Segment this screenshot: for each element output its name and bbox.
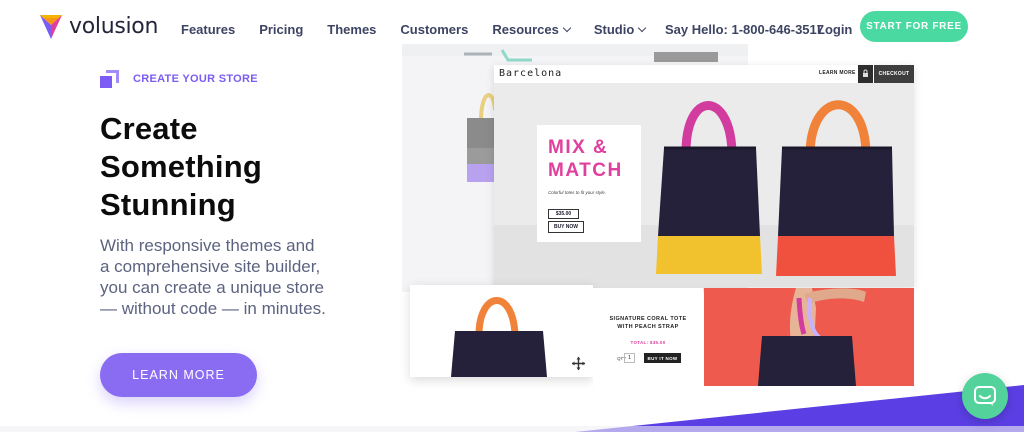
phone-link[interactable]: Say Hello: 1-800-646-3517 xyxy=(665,22,824,37)
promo-subtitle: Colorful totes to fit your style. xyxy=(548,190,607,195)
partial-tote-image xyxy=(467,93,495,182)
menu-studio[interactable]: Studio xyxy=(593,22,647,37)
menu-pricing[interactable]: Pricing xyxy=(259,22,303,37)
main-menu: Features Pricing Themes Customers Resour… xyxy=(181,22,669,37)
hanger-image xyxy=(464,49,532,62)
volusion-logo-icon xyxy=(40,14,62,39)
tote-coral-image xyxy=(776,100,896,276)
chevron-down-icon xyxy=(562,23,572,32)
menu-resources-label: Resources xyxy=(492,22,559,37)
product-buy-button: BUY IT NOW xyxy=(644,353,681,363)
menu-customers[interactable]: Customers xyxy=(400,22,468,37)
menu-resources[interactable]: Resources xyxy=(492,22,572,37)
promo-price: $35.00 xyxy=(548,209,579,219)
menu-pricing-label: Pricing xyxy=(259,22,304,37)
tote-orange-strap-image xyxy=(451,297,547,377)
product-info-card: SIGNATURE CORAL TOTE WITH PEACH STRAP TO… xyxy=(593,288,703,386)
eyebrow: CREATE YOUR STORE xyxy=(100,70,258,88)
lock-icon xyxy=(858,65,873,83)
product-total: TOTAL: $35.00 xyxy=(630,340,666,345)
menu-studio-label: Studio xyxy=(593,22,635,37)
preview-brand: Barcelona xyxy=(499,68,563,79)
store-layers-icon xyxy=(100,70,119,88)
chat-bubble-icon xyxy=(974,386,996,406)
start-for-free-button[interactable]: START FOR FREE xyxy=(860,11,968,42)
chat-launcher[interactable] xyxy=(962,373,1008,419)
menu-themes[interactable]: Themes xyxy=(327,22,376,37)
eyebrow-text: CREATE YOUR STORE xyxy=(133,73,258,85)
logo[interactable]: volusion xyxy=(40,14,158,39)
logo-text: volusion xyxy=(69,14,159,39)
move-arrows-icon[interactable] xyxy=(572,357,585,370)
product-title: SIGNATURE CORAL TOTE WITH PEACH STRAP xyxy=(609,316,687,330)
hero-subtext: With responsive themes and a comprehensi… xyxy=(100,236,326,318)
model-photo-panel xyxy=(704,288,914,386)
promo-buy-button: BUY NOW xyxy=(548,221,584,233)
qty-input: 1 xyxy=(624,353,635,363)
model-with-tote-image xyxy=(758,288,866,386)
preview-header: Barcelona LEARN MORE CHECKOUT xyxy=(494,65,914,83)
preview-learn-more: LEARN MORE xyxy=(819,70,856,76)
login-link[interactable]: Login xyxy=(817,22,852,37)
menu-themes-label: Themes xyxy=(327,22,377,37)
tote-yellow-image xyxy=(656,101,762,274)
menu-customers-label: Customers xyxy=(400,22,469,37)
promo-card: MIX & MATCH Colorful totes to fit your s… xyxy=(537,125,641,242)
hero-headline: Create Something Stunning xyxy=(100,111,262,222)
chevron-down-icon xyxy=(638,23,647,32)
promo-title: MIX & MATCH xyxy=(548,137,623,181)
learn-more-button[interactable]: LEARN MORE xyxy=(100,353,257,397)
menu-features-label: Features xyxy=(181,22,236,37)
shelf-image xyxy=(654,52,718,62)
menu-features[interactable]: Features xyxy=(181,22,235,37)
preview-checkout: CHECKOUT xyxy=(874,65,914,83)
